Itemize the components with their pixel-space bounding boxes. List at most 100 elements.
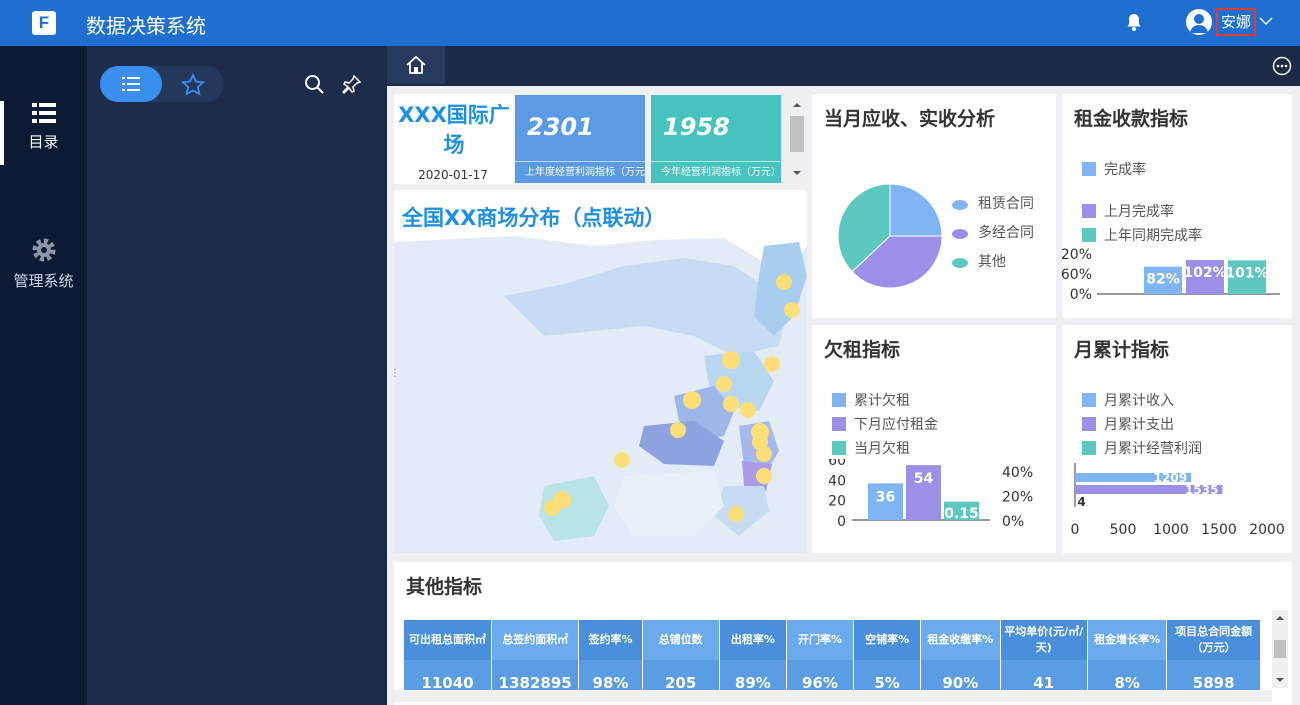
other-indicators-card: 其他指标 可出租总面积㎡ 总签约面积㎡ 签约率% 总铺位数 出租率% 开门率% 空铺率% 租金… [394, 562, 1292, 705]
x-tick-label: 2000 [1249, 522, 1285, 538]
table-cell: 41 [1000, 660, 1088, 692]
legend-item[interactable]: 下月应付租金 [832, 412, 938, 436]
legend-item[interactable]: 月累计收入 [1082, 388, 1202, 412]
table-header-cell[interactable]: 平均单价(元/㎡/天) [1000, 620, 1088, 660]
table-header-cell[interactable]: 总签约面积㎡ [491, 620, 580, 660]
table-header-cell[interactable]: 可出租总面积㎡ [404, 620, 492, 660]
month-bar-chart[interactable]: 12091535 4 0 500 1000 1500 2000 [1062, 459, 1292, 549]
home-tab[interactable] [387, 46, 445, 84]
user-name[interactable]: 安娜 [1216, 8, 1256, 36]
table-header-cell[interactable]: 总铺位数 [642, 620, 720, 660]
top-bar: F 数据决策系统 安娜 [0, 0, 1300, 46]
y2-tick-label: 0% [1002, 514, 1024, 530]
bar-label: 4 [1077, 495, 1085, 509]
chevron-down-icon[interactable] [1259, 14, 1273, 28]
table-cell: 90% [920, 660, 1001, 692]
active-indicator [0, 101, 4, 165]
table-header-cell[interactable]: 租金收缴率% [920, 620, 1001, 660]
legend-item[interactable]: 累计欠租 [832, 388, 938, 412]
catalog-panel [87, 46, 385, 705]
map-title: 全国XX商场分布（点联动） [402, 206, 666, 230]
indicator-table: 可出租总面积㎡ 总签约面积㎡ 签约率% 总铺位数 出租率% 开门率% 空铺率% 租金收缴率% 平… [404, 620, 1261, 692]
scroll-thumb[interactable] [1274, 640, 1286, 658]
pie-slice[interactable] [889, 183, 943, 237]
app-logo: F [32, 11, 56, 35]
y-tick-label: 60% [1062, 267, 1092, 283]
y-tick-label: 40 [828, 473, 846, 489]
home-icon [406, 55, 426, 74]
x-tick-label: 0 [1071, 522, 1080, 538]
search-icon[interactable] [304, 74, 324, 94]
tab-strip [385, 46, 1300, 86]
legend-item[interactable]: 当月欠租 [832, 436, 938, 460]
table-header-cell[interactable]: 租金增长率% [1087, 620, 1168, 660]
nav-item-catalog[interactable]: 目录 [0, 101, 87, 165]
x-tick-label: 1500 [1201, 522, 1237, 538]
kpi-value: 2301 [527, 113, 594, 141]
table-header-cell[interactable]: 开门率% [786, 620, 855, 660]
star-icon[interactable] [180, 72, 206, 98]
bar-label: 1535 [1185, 483, 1218, 497]
kpi-value: 1958 [663, 113, 730, 141]
y-tick-label: 0% [1070, 287, 1092, 303]
map-card: 全国XX商场分布（点联动） [394, 190, 807, 553]
more-options-icon[interactable] [1272, 56, 1292, 76]
pie-chart[interactable] [830, 176, 950, 296]
bell-icon[interactable] [1125, 12, 1143, 32]
y2-tick-label: 20% [1002, 490, 1033, 506]
legend-item[interactable]: 租赁合同 [952, 190, 1034, 219]
scroll-thumb[interactable] [790, 116, 804, 152]
scroll-up-icon[interactable] [788, 98, 806, 112]
legend-item[interactable]: 月累计支出 [1082, 412, 1202, 436]
legend-item[interactable]: 上月完成率 [1082, 199, 1202, 223]
mall-card: XXX国际广场 2020-01-17 [394, 94, 514, 184]
rent-legend: 完成率 上月完成率 上年同期完成率 [1082, 157, 1202, 247]
table-header-cell[interactable]: 项目总合同金额（万元） [1166, 620, 1261, 660]
bar-label: 102% [1183, 265, 1226, 281]
nav-item-manage[interactable]: 管理系统 [0, 236, 87, 291]
table-header-cell[interactable]: 出租率% [719, 620, 787, 660]
legend-item[interactable]: 其他 [952, 248, 1034, 277]
y-tick-label: 0 [837, 514, 846, 530]
x-tick-label: 1000 [1153, 522, 1189, 538]
table-header-cell[interactable]: 签约率% [578, 620, 643, 660]
scroll-up-icon[interactable] [1272, 612, 1288, 624]
pin-icon[interactable] [342, 74, 362, 94]
other-title: 其他指标 [406, 576, 483, 598]
china-map[interactable] [394, 236, 807, 553]
month-title: 月累计指标 [1074, 339, 1170, 361]
legend-item[interactable]: 月累计经营利润 [1082, 436, 1202, 460]
list-icon [122, 77, 140, 91]
table-h-scrollbar[interactable] [394, 690, 1272, 702]
bar-label: 54 [914, 471, 934, 487]
pie-card: 当月应收、实收分析 租赁合同 多经合同 其他 [812, 94, 1056, 318]
legend-item[interactable]: 多经合同 [952, 219, 1034, 248]
gear-icon [32, 238, 55, 262]
y2-tick-label: 40% [1002, 465, 1033, 481]
table-scrollbar[interactable] [1272, 610, 1288, 688]
x-tick-label: 500 [1110, 522, 1137, 538]
resize-handle[interactable]: ⋮ [390, 368, 400, 382]
app-title: 数据决策系统 [86, 14, 206, 38]
tab-list-view[interactable] [100, 66, 162, 102]
bar[interactable] [1075, 497, 1076, 506]
table-cell: 5% [853, 660, 922, 692]
rent-card: 租金收款指标 完成率 上月完成率 上年同期完成率 120% 60% 0% 82%102… [1062, 94, 1292, 318]
table-header-cell[interactable]: 空铺率% [853, 620, 922, 660]
bar-label: 101% [1225, 265, 1268, 281]
arrear-bar-chart[interactable]: 60 40 20 0 40% 20% 0% 36 54 0.15 [812, 459, 1056, 549]
kpi-label: 今年经营利润指标（万元） [651, 161, 781, 183]
rent-bar-chart[interactable]: 120% 60% 0% 82%102%101% [1062, 242, 1292, 317]
legend-item[interactable]: 完成率 [1082, 157, 1202, 181]
kpi-label: 上年度经营利润指标（万元） [515, 161, 645, 183]
month-legend: 月累计收入 月累计支出 月累计经营利润 [1082, 388, 1202, 460]
arrear-title: 欠租指标 [824, 339, 901, 361]
kpi-scrollbar[interactable] [788, 96, 806, 182]
left-nav: 目录 管理系统 [0, 46, 87, 705]
table-header-row: 可出租总面积㎡ 总签约面积㎡ 签约率% 总铺位数 出租率% 开门率% 空铺率% 租金收缴率% 平… [404, 620, 1261, 660]
table-cell: 89% [719, 660, 787, 692]
scroll-down-icon[interactable] [788, 166, 806, 180]
avatar[interactable] [1186, 9, 1212, 35]
month-card: 月累计指标 月累计收入 月累计支出 月累计经营利润 1209 1535 4 0 500 1… [1062, 325, 1292, 553]
scroll-down-icon[interactable] [1272, 674, 1288, 686]
